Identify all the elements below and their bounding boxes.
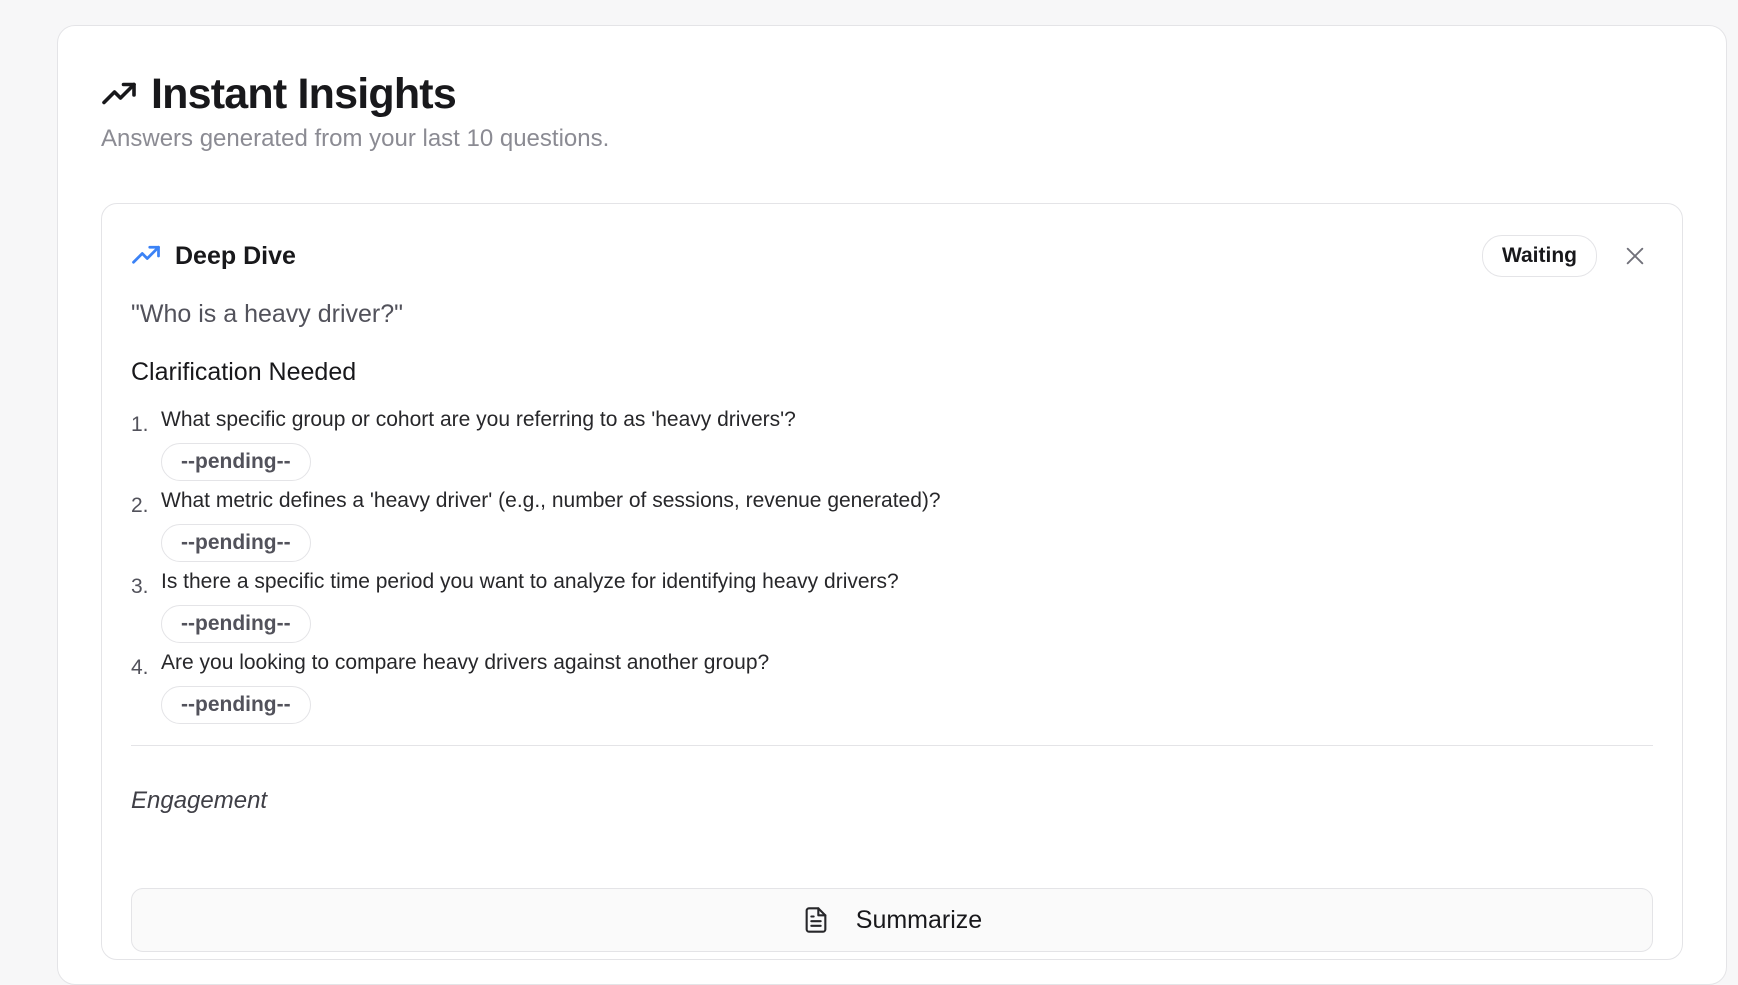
panel-header: Instant Insights Answers generated from … xyxy=(101,70,609,153)
item-number: 2. xyxy=(131,494,149,517)
card-title: Deep Dive xyxy=(175,241,296,270)
trending-up-icon xyxy=(102,82,136,104)
item-number: 1. xyxy=(131,413,149,436)
title-row: Instant Insights xyxy=(101,70,609,119)
summarize-label: Summarize xyxy=(855,905,983,934)
item-question: What metric defines a 'heavy driver' (e.… xyxy=(161,489,941,512)
item-body: What specific group or cohort are you re… xyxy=(161,407,796,488)
pending-answer-pill[interactable]: --pending-- xyxy=(161,605,311,643)
card-header-actions: Waiting xyxy=(1481,235,1653,277)
summarize-button[interactable]: Summarize xyxy=(131,888,1653,952)
item-number: 4. xyxy=(131,656,149,679)
trending-up-icon xyxy=(132,245,160,264)
card-title-wrap: Deep Dive xyxy=(131,241,296,271)
list-item: 4. Are you looking to compare heavy driv… xyxy=(131,650,1631,731)
pending-answer-pill[interactable]: --pending-- xyxy=(161,524,311,562)
item-question: Is there a specific time period you want… xyxy=(161,570,899,593)
close-button[interactable] xyxy=(1617,238,1653,274)
card-header: Deep Dive Waiting xyxy=(131,235,1653,277)
item-body: Are you looking to compare heavy drivers… xyxy=(161,650,769,731)
close-icon xyxy=(1626,247,1644,265)
list-item: 2. What metric defines a 'heavy driver' … xyxy=(131,488,1631,569)
document-icon xyxy=(805,907,827,933)
pending-answer-pill[interactable]: --pending-- xyxy=(161,443,311,481)
item-question: What specific group or cohort are you re… xyxy=(161,408,796,431)
pending-answer-pill[interactable]: --pending-- xyxy=(161,686,311,724)
page-title: Instant Insights xyxy=(151,70,457,118)
clarification-list: 1. What specific group or cohort are you… xyxy=(131,407,1631,731)
item-number: 3. xyxy=(131,575,149,598)
list-item: 1. What specific group or cohort are you… xyxy=(131,407,1631,488)
deep-dive-card: Deep Dive Waiting "Who is a heavy driver… xyxy=(101,203,1683,960)
instant-insights-panel: Instant Insights Answers generated from … xyxy=(57,25,1727,985)
status-badge[interactable]: Waiting xyxy=(1481,235,1597,277)
item-body: Is there a specific time period you want… xyxy=(161,569,899,650)
question-text: "Who is a heavy driver?" xyxy=(131,300,404,328)
item-body: What metric defines a 'heavy driver' (e.… xyxy=(161,488,941,569)
section-title: Clarification Needed xyxy=(131,358,357,386)
list-item: 3. Is there a specific time period you w… xyxy=(131,569,1631,650)
category-label: Engagement xyxy=(131,787,268,814)
divider xyxy=(131,745,1653,746)
item-question: Are you looking to compare heavy drivers… xyxy=(161,651,770,674)
page-subtitle: Answers generated from your last 10 ques… xyxy=(101,125,610,152)
